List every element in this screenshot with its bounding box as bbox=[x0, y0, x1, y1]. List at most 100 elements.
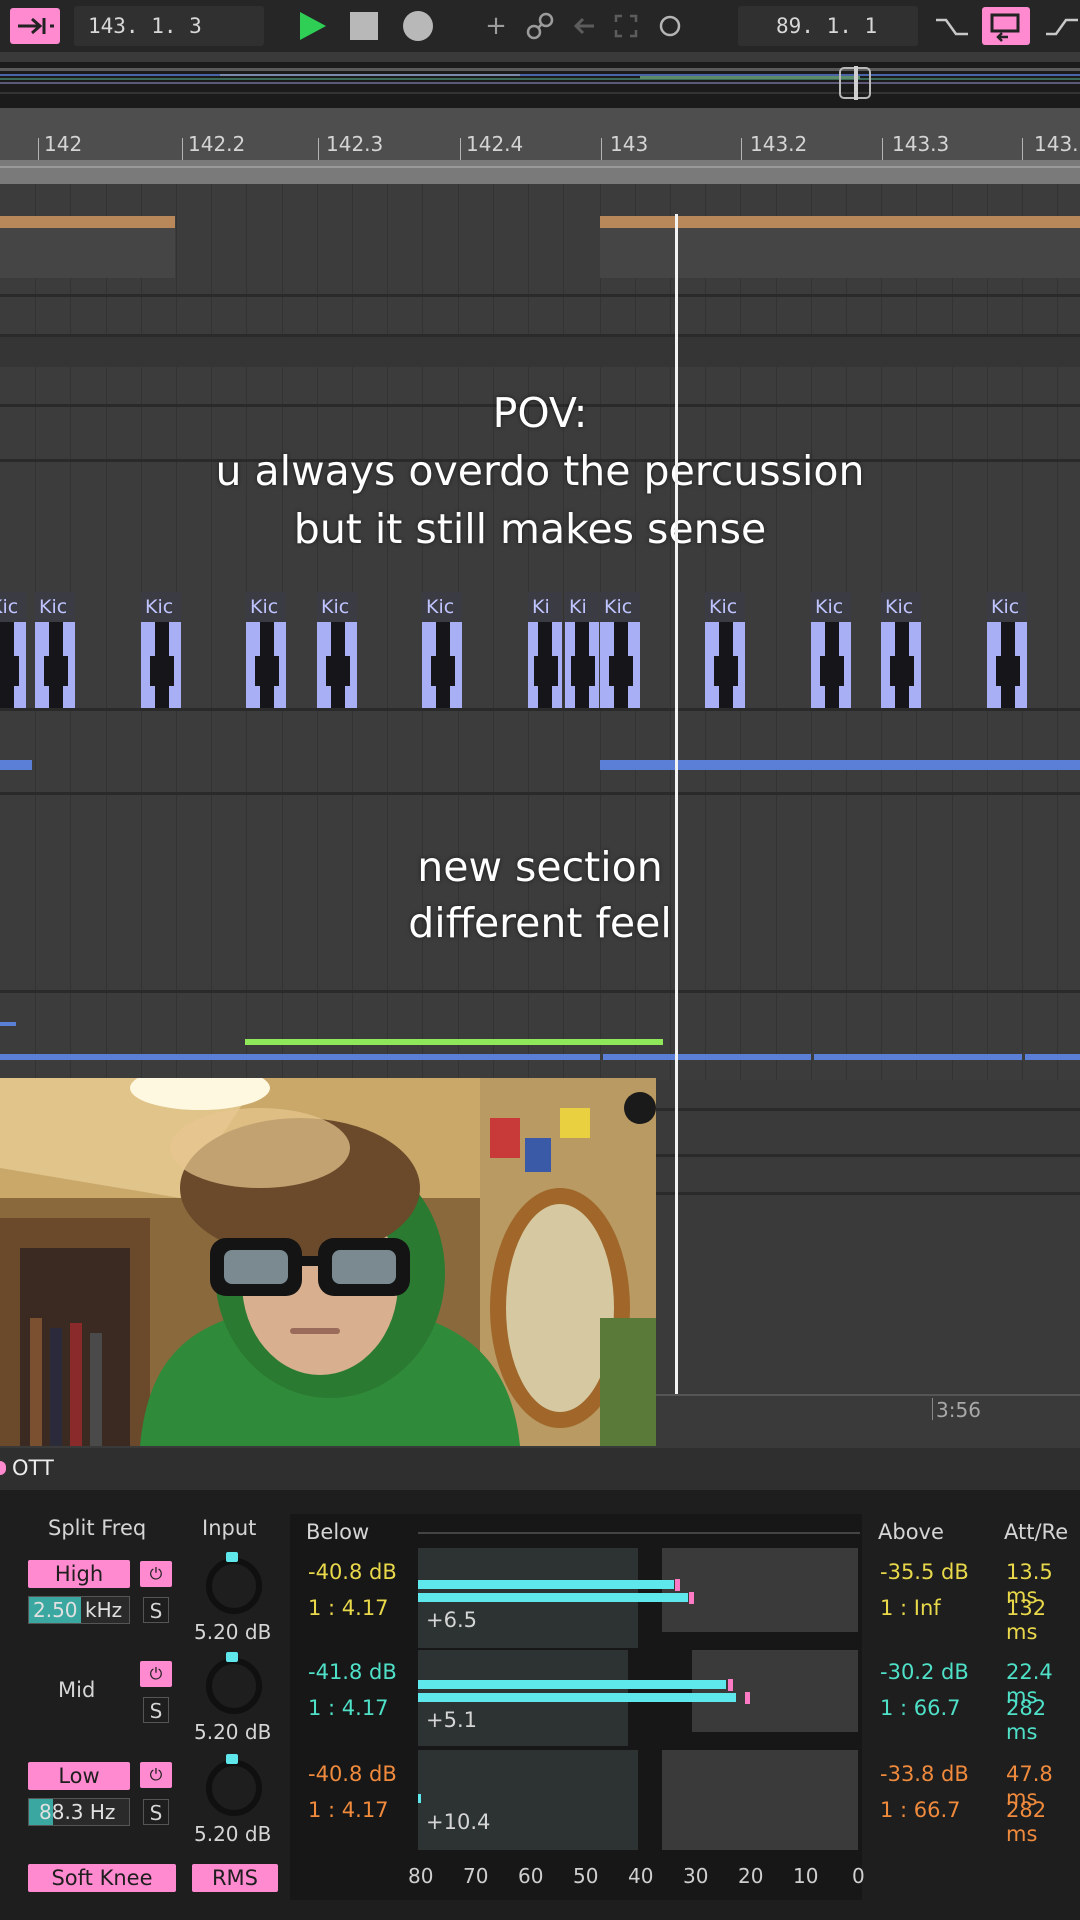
punch-in-icon[interactable] bbox=[934, 10, 970, 46]
stop-button[interactable] bbox=[350, 12, 378, 40]
kick-clip[interactable]: Kic bbox=[317, 592, 357, 708]
ruler-label: 142.2 bbox=[188, 132, 246, 156]
high-input-knob[interactable] bbox=[206, 1552, 262, 1614]
loop-toggle-button[interactable] bbox=[982, 7, 1030, 45]
split-freq-label: Split Freq bbox=[48, 1516, 147, 1540]
arrow-left-icon[interactable] bbox=[568, 10, 600, 46]
track-clip-blue[interactable] bbox=[0, 760, 32, 770]
mid-above-threshold[interactable]: -30.2 dB bbox=[880, 1660, 969, 1684]
track-clip-blue[interactable] bbox=[600, 760, 1080, 770]
kick-clip[interactable]: Kic bbox=[0, 592, 26, 708]
song-position[interactable]: 143. 1. 3 bbox=[74, 6, 264, 46]
high-freq-value: 2.50 bbox=[33, 1598, 78, 1622]
ruler-tick bbox=[318, 138, 319, 160]
high-output-gain[interactable]: +6.5 bbox=[426, 1608, 477, 1632]
below-label: Below bbox=[306, 1520, 370, 1544]
playhead[interactable] bbox=[675, 214, 678, 1394]
loop-start-position[interactable]: 89. 1. 1 bbox=[738, 6, 918, 46]
kick-clip[interactable]: Kic bbox=[35, 592, 75, 708]
scale-label: 0 bbox=[852, 1864, 865, 1888]
kick-clip[interactable]: Kic bbox=[422, 592, 462, 708]
high-below-ratio[interactable]: 1 : 4.17 bbox=[308, 1596, 389, 1620]
low-below-threshold[interactable]: -40.8 dB bbox=[308, 1762, 397, 1786]
low-band-power-button[interactable]: ⏻ bbox=[140, 1762, 172, 1788]
high-band-button[interactable]: High bbox=[28, 1560, 130, 1588]
track-clip-orange[interactable] bbox=[0, 216, 175, 228]
mid-band-label: Mid bbox=[58, 1678, 96, 1702]
ruler-label: 143 bbox=[610, 132, 649, 156]
play-button[interactable] bbox=[296, 10, 328, 46]
low-output-gain[interactable]: +10.4 bbox=[426, 1810, 490, 1834]
low-above-ratio[interactable]: 1 : 66.7 bbox=[880, 1798, 961, 1822]
scale-label: 30 bbox=[683, 1864, 709, 1888]
low-above-threshold[interactable]: -33.8 dB bbox=[880, 1762, 969, 1786]
kick-clip[interactable]: Ki bbox=[565, 592, 599, 708]
expand-icon[interactable] bbox=[610, 10, 642, 46]
scale-label: 10 bbox=[793, 1864, 819, 1888]
track-clip-blue-long[interactable] bbox=[0, 1054, 1080, 1060]
kick-clip[interactable]: Kic bbox=[705, 592, 745, 708]
low-split-freq-field[interactable]: 88.3 Hz bbox=[28, 1798, 130, 1826]
kick-clip[interactable]: Kic bbox=[881, 592, 921, 708]
webcam-overlay bbox=[0, 1078, 656, 1446]
ruler-label: 142.4 bbox=[466, 132, 524, 156]
kick-clip[interactable]: Kic bbox=[246, 592, 286, 708]
caption-line-3: but it still makes sense bbox=[293, 505, 767, 553]
mid-input-knob[interactable] bbox=[206, 1652, 262, 1714]
mid-above-ratio[interactable]: 1 : 66.7 bbox=[880, 1696, 961, 1720]
add-icon[interactable]: + bbox=[480, 10, 512, 42]
ruler-label: 143.2 bbox=[750, 132, 808, 156]
ruler-tick bbox=[460, 138, 461, 160]
ruler-label: 143. bbox=[1034, 132, 1079, 156]
device-title-bar: OTT bbox=[0, 1448, 1080, 1490]
mid-solo-button[interactable]: S bbox=[143, 1697, 169, 1723]
high-meter-out bbox=[418, 1593, 688, 1602]
high-above-ratio[interactable]: 1 : Inf bbox=[880, 1596, 941, 1620]
input-label: Input bbox=[202, 1516, 257, 1540]
overview-minimap bbox=[0, 66, 1080, 100]
kick-clip[interactable]: Kic bbox=[141, 592, 181, 708]
high-band-power-button[interactable]: ⏻ bbox=[140, 1561, 172, 1587]
low-below-ratio[interactable]: 1 : 4.17 bbox=[308, 1798, 389, 1822]
high-above-threshold[interactable]: -35.5 dB bbox=[880, 1560, 969, 1584]
low-input-knob[interactable] bbox=[206, 1754, 262, 1816]
device-activator[interactable] bbox=[0, 1461, 6, 1475]
kick-clip[interactable]: Kic bbox=[600, 592, 640, 708]
link-icon[interactable] bbox=[524, 10, 556, 46]
low-solo-button[interactable]: S bbox=[143, 1799, 169, 1825]
high-below-threshold[interactable]: -40.8 dB bbox=[308, 1560, 397, 1584]
kick-clip[interactable]: Kic bbox=[811, 592, 851, 708]
time-marker: 3:56 bbox=[936, 1398, 981, 1422]
section-caption-2: different feel bbox=[408, 899, 672, 947]
low-release[interactable]: 282 ms bbox=[1006, 1798, 1080, 1846]
mid-band-power-button[interactable]: ⏻ bbox=[140, 1661, 172, 1687]
ruler-tick bbox=[601, 138, 602, 160]
mid-below-threshold[interactable]: -41.8 dB bbox=[308, 1660, 397, 1684]
punch-out-icon[interactable] bbox=[1044, 10, 1080, 46]
device-name: OTT bbox=[12, 1456, 54, 1480]
soft-knee-button[interactable]: Soft Knee bbox=[28, 1864, 176, 1892]
mid-release[interactable]: 282 ms bbox=[1006, 1696, 1080, 1744]
track-clip-green[interactable] bbox=[245, 1039, 663, 1045]
play-icon bbox=[300, 12, 326, 40]
kick-clip[interactable]: Ki bbox=[528, 592, 562, 708]
high-release[interactable]: 132 ms bbox=[1006, 1596, 1080, 1644]
track-clip-orange[interactable] bbox=[600, 216, 1080, 228]
beat-ruler[interactable]: 142 142.2 142.3 142.4 143 143.2 143.3 14… bbox=[0, 108, 1080, 160]
mid-below-ratio[interactable]: 1 : 4.17 bbox=[308, 1696, 389, 1720]
mid-output-gain[interactable]: +5.1 bbox=[426, 1708, 477, 1732]
mid-input-value: 5.20 dB bbox=[194, 1720, 272, 1744]
ruler-tick bbox=[741, 138, 742, 160]
scrub-area[interactable] bbox=[0, 160, 1080, 184]
scale-label: 70 bbox=[463, 1864, 489, 1888]
rms-button[interactable]: RMS bbox=[192, 1864, 278, 1892]
arrangement-overview[interactable] bbox=[0, 62, 1080, 108]
kick-clip[interactable]: Kic bbox=[987, 592, 1027, 708]
high-split-freq-field[interactable]: 2.50 kHz bbox=[28, 1596, 130, 1624]
follow-button[interactable] bbox=[10, 8, 60, 44]
high-solo-button[interactable]: S bbox=[143, 1597, 169, 1623]
low-band-button[interactable]: Low bbox=[28, 1762, 130, 1790]
loop-circle-icon[interactable] bbox=[654, 10, 686, 46]
record-button[interactable] bbox=[403, 11, 433, 41]
ruler-tick bbox=[882, 138, 883, 160]
